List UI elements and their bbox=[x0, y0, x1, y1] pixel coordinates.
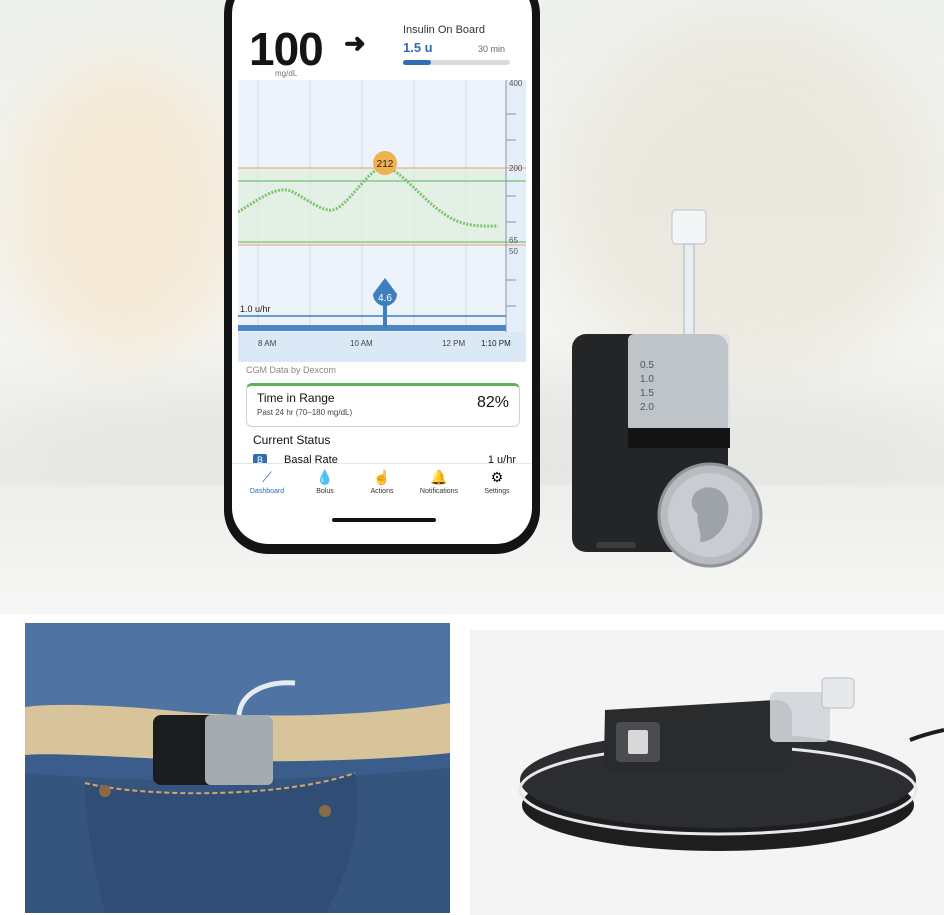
nav-notifications[interactable]: 🔔 Notifications bbox=[409, 468, 469, 495]
charger-photo bbox=[470, 630, 944, 915]
time-in-range-card[interactable]: Time in Range Past 24 hr (70–180 mg/dL) … bbox=[246, 383, 520, 427]
nav-dashboard-label: Dashboard bbox=[249, 488, 285, 495]
scale-mark-1-0: 1.0 bbox=[640, 374, 654, 385]
smartphone: 100 ➜ mg/dL Insulin On Board 1.5 u 30 mi… bbox=[224, 0, 540, 554]
pump-band bbox=[628, 428, 730, 448]
nav-bolus[interactable]: 💧 Bolus bbox=[295, 468, 355, 495]
arrow-right-icon: ➜ bbox=[344, 28, 366, 58]
rivet-right bbox=[319, 805, 331, 817]
basal-rate-label: 1.0 u/hr bbox=[240, 304, 271, 314]
x-tick-12pm: 12 PM bbox=[442, 339, 465, 348]
nav-settings[interactable]: ⚙ Settings bbox=[467, 468, 527, 495]
cgm-source: CGM Data by Dexcom bbox=[246, 365, 337, 375]
drop-icon: 💧 bbox=[316, 469, 334, 485]
home-indicator bbox=[332, 518, 436, 522]
glucose-value: 100 bbox=[249, 23, 324, 75]
tir-subtitle: Past 24 hr (70–180 mg/dL) bbox=[257, 408, 353, 417]
quarter-coin bbox=[657, 462, 763, 568]
shirt bbox=[25, 623, 450, 716]
jeans-pocket bbox=[85, 773, 358, 913]
bell-icon: 🔔 bbox=[430, 469, 448, 485]
current-status-heading: Current Status bbox=[253, 433, 331, 447]
iob-progress-bar bbox=[403, 60, 510, 65]
nav-dashboard[interactable]: ⟋ Dashboard bbox=[237, 468, 297, 495]
product-hero-photo: 100 ➜ mg/dL Insulin On Board 1.5 u 30 mi… bbox=[0, 0, 944, 614]
pump-button-symbol bbox=[628, 730, 648, 754]
scale-mark-1-5: 1.5 bbox=[640, 388, 654, 399]
bolus-value: 4.6 bbox=[378, 293, 392, 304]
nav-actions-label: Actions bbox=[370, 488, 394, 495]
y-tick-50: 50 bbox=[509, 247, 518, 256]
gear-icon: ⚙ bbox=[490, 469, 504, 485]
pocket-wear-photo bbox=[25, 623, 450, 913]
dashboard-icon: ⟋ bbox=[262, 469, 272, 485]
x-tick-10am: 10 AM bbox=[350, 339, 373, 348]
peak-label: 212 bbox=[377, 159, 394, 170]
iob-value: 1.5 u bbox=[403, 40, 433, 55]
glucose-chart[interactable]: 212 400 200 65 50 1.0 u/hr 4.6 8 AM 10 A… bbox=[238, 80, 526, 362]
x-tick-8am: 8 AM bbox=[258, 339, 277, 348]
tir-title: Time in Range bbox=[257, 391, 335, 405]
iob-progress-fill bbox=[403, 60, 431, 65]
worn-pump-reservoir bbox=[205, 715, 273, 785]
app-screen: 100 ➜ mg/dL Insulin On Board 1.5 u 30 mi… bbox=[232, 0, 532, 544]
rivet-left bbox=[99, 785, 111, 797]
glucose-unit: mg/dL bbox=[275, 69, 298, 78]
nav-actions[interactable]: ☝ Actions bbox=[352, 468, 412, 495]
pump-tubing bbox=[683, 243, 695, 345]
iob-time: 30 min bbox=[478, 44, 506, 54]
nav-settings-label: Settings bbox=[484, 488, 510, 495]
basal-bar bbox=[238, 325, 506, 331]
charging-pump-reservoir bbox=[770, 692, 830, 742]
background-bokeh-left bbox=[10, 60, 240, 360]
nav-notifications-label: Notifications bbox=[419, 488, 459, 495]
y-tick-400: 400 bbox=[509, 80, 523, 88]
hand-icon: ☝ bbox=[373, 469, 391, 485]
pump-connector-cap bbox=[671, 209, 707, 245]
nav-bolus-label: Bolus bbox=[316, 488, 334, 495]
charging-pump-cap bbox=[821, 677, 855, 709]
iob-title: Insulin On Board bbox=[403, 24, 485, 36]
y-tick-65: 65 bbox=[509, 236, 518, 245]
bottom-nav: ⟋ Dashboard 💧 Bolus ☝ Actions 🔔 Notifica… bbox=[232, 463, 532, 506]
scale-mark-2-0: 2.0 bbox=[640, 402, 654, 413]
pump-port bbox=[596, 542, 636, 548]
y-tick-200: 200 bbox=[509, 164, 523, 173]
target-range-band bbox=[238, 168, 506, 244]
x-tick-now: 1:10 PM bbox=[481, 339, 511, 348]
scale-mark-0-5: 0.5 bbox=[640, 360, 654, 371]
tir-value: 82% bbox=[476, 394, 509, 411]
